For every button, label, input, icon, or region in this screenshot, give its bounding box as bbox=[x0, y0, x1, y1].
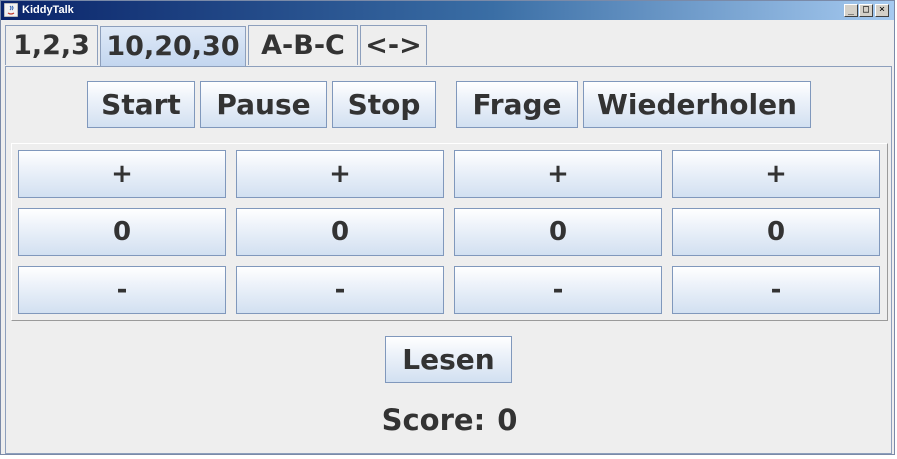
score-display: Score: 0 bbox=[1, 403, 897, 437]
tab-a-b-c[interactable]: A-B-C bbox=[248, 25, 358, 65]
minimize-button[interactable]: _ bbox=[844, 4, 858, 17]
tab-10-20-30[interactable]: 10,20,30 bbox=[100, 26, 246, 66]
decrement-button-4[interactable]: - bbox=[672, 266, 880, 314]
score-label: Score: bbox=[381, 403, 486, 437]
stop-button[interactable]: Stop bbox=[332, 81, 436, 128]
wiederholen-button[interactable]: Wiederholen bbox=[583, 81, 811, 128]
tab-swap[interactable]: <-> bbox=[360, 25, 427, 65]
increment-button-3[interactable]: + bbox=[454, 150, 662, 198]
title-bar: KiddyTalk _ □ × bbox=[1, 1, 894, 20]
frage-button[interactable]: Frage bbox=[456, 81, 578, 128]
start-button[interactable]: Start bbox=[87, 81, 195, 128]
lesen-button[interactable]: Lesen bbox=[385, 336, 512, 383]
decrement-button-1[interactable]: - bbox=[18, 266, 226, 314]
digit-value-3[interactable]: 0 bbox=[454, 208, 662, 256]
digit-value-1[interactable]: 0 bbox=[18, 208, 226, 256]
app-window: KiddyTalk _ □ × 1,2,3 10,20,30 A-B-C <->… bbox=[0, 0, 895, 455]
tab-1-2-3[interactable]: 1,2,3 bbox=[5, 25, 98, 65]
close-button[interactable]: × bbox=[875, 4, 889, 17]
increment-button-4[interactable]: + bbox=[672, 150, 880, 198]
increment-button-1[interactable]: + bbox=[18, 150, 226, 198]
decrement-button-2[interactable]: - bbox=[236, 266, 444, 314]
digit-value-2[interactable]: 0 bbox=[236, 208, 444, 256]
pause-button[interactable]: Pause bbox=[200, 81, 327, 128]
decrement-button-3[interactable]: - bbox=[454, 266, 662, 314]
window-title: KiddyTalk bbox=[22, 4, 74, 16]
java-app-icon bbox=[4, 3, 18, 17]
score-value: 0 bbox=[497, 403, 518, 437]
maximize-button[interactable]: □ bbox=[859, 4, 873, 17]
increment-button-2[interactable]: + bbox=[236, 150, 444, 198]
digit-value-4[interactable]: 0 bbox=[672, 208, 880, 256]
